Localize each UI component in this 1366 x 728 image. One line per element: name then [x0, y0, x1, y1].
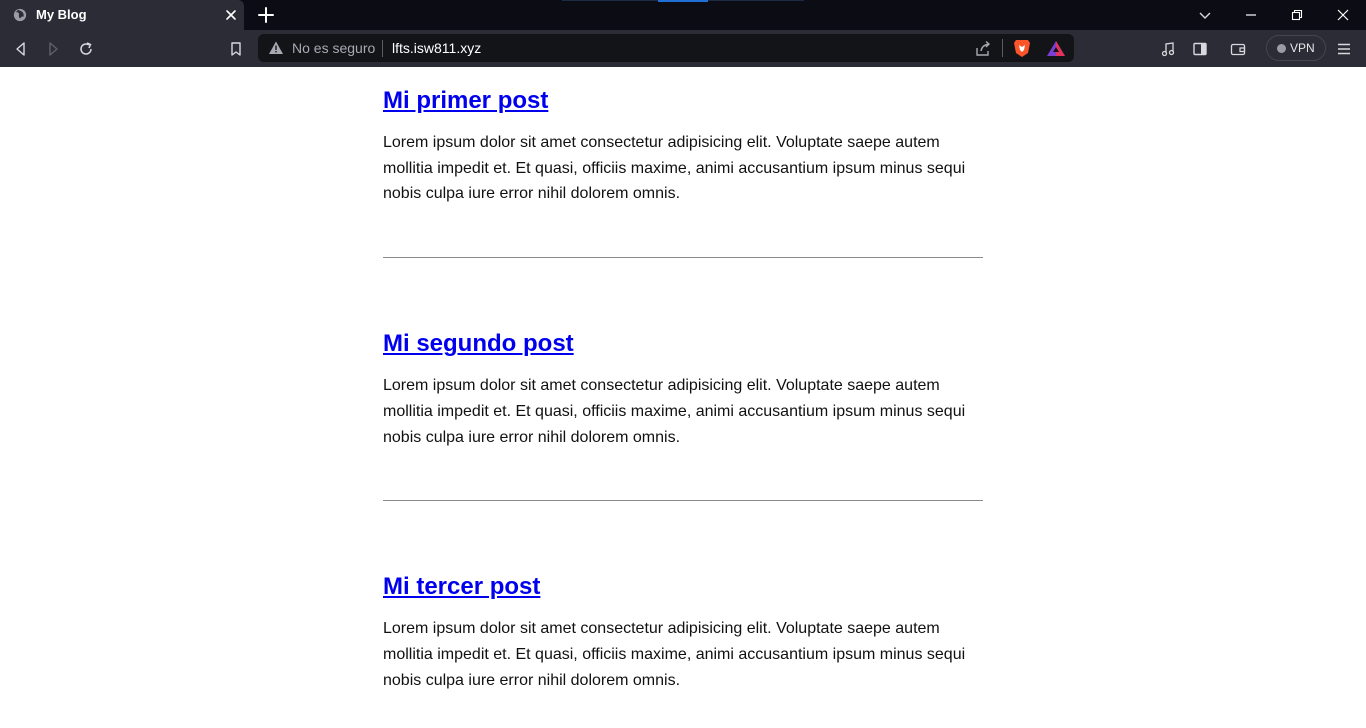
post-1: Mi primer post Lorem ipsum dolor sit ame… [383, 67, 983, 207]
sidebar-button[interactable] [1189, 38, 1211, 60]
close-tab-icon[interactable] [222, 6, 240, 24]
reload-icon [80, 42, 92, 55]
sidebar-icon [1193, 42, 1207, 56]
post-divider [383, 257, 983, 259]
post-title-link[interactable]: Mi primer post [383, 85, 548, 117]
post-title-link[interactable]: Mi segundo post [383, 328, 574, 360]
tab-search-button[interactable] [1182, 0, 1228, 30]
wallet-icon [1230, 43, 1246, 56]
share-icon[interactable] [974, 40, 992, 58]
vpn-button[interactable]: VPN [1266, 35, 1326, 61]
bookmark-button[interactable] [225, 38, 247, 60]
brave-shields-icon[interactable] [1013, 38, 1031, 58]
blog-content: Mi primer post Lorem ipsum dolor sit ame… [383, 67, 983, 693]
address-bar[interactable]: No es seguro lfts.isw811.xyz [258, 34, 1074, 62]
warning-icon[interactable] [268, 40, 284, 56]
post-3: Mi tercer post Lorem ipsum dolor sit ame… [383, 553, 983, 693]
tab-title: My Blog [36, 7, 87, 22]
vpn-status-icon [1277, 44, 1286, 53]
bookmark-icon [231, 42, 241, 56]
vpn-label: VPN [1290, 41, 1315, 55]
address-divider-2 [1002, 39, 1003, 57]
back-arrow-icon [16, 42, 25, 56]
globe-icon [13, 8, 27, 22]
post-excerpt: Lorem ipsum dolor sit amet consectetur a… [383, 134, 966, 203]
loading-indicator [658, 0, 708, 2]
post-excerpt: Lorem ipsum dolor sit amet consectetur a… [383, 620, 966, 689]
brave-rewards-icon[interactable] [1046, 40, 1066, 57]
chevron-down-icon [1199, 12, 1211, 19]
media-button[interactable] [1157, 38, 1179, 60]
hamburger-menu-icon [1338, 43, 1350, 55]
tab-strip: My Blog [0, 0, 1366, 30]
menu-button[interactable] [1333, 38, 1355, 60]
forward-arrow-icon [49, 42, 58, 56]
post-2: Mi segundo post Lorem ipsum dolor sit am… [383, 310, 983, 450]
close-icon [1337, 9, 1349, 21]
restore-icon [1291, 9, 1303, 21]
tab-active[interactable]: My Blog [0, 0, 244, 30]
address-divider [382, 40, 383, 57]
close-window-button[interactable] [1320, 0, 1366, 30]
reload-button[interactable] [75, 38, 97, 60]
url-text[interactable]: lfts.isw811.xyz [392, 40, 481, 56]
back-button[interactable] [10, 38, 32, 60]
minimize-button[interactable] [1228, 0, 1274, 30]
music-note-icon [1161, 42, 1175, 57]
wallet-button[interactable] [1227, 38, 1249, 60]
browser-toolbar: No es seguro lfts.isw811.xyz VPN [0, 30, 1366, 67]
forward-button[interactable] [42, 38, 64, 60]
restore-button[interactable] [1274, 0, 1320, 30]
security-status-label[interactable]: No es seguro [292, 40, 375, 56]
post-divider [383, 500, 983, 502]
post-title-link[interactable]: Mi tercer post [383, 571, 540, 603]
new-tab-icon[interactable] [256, 5, 276, 25]
minimize-icon [1246, 14, 1256, 16]
post-excerpt: Lorem ipsum dolor sit amet consectetur a… [383, 377, 966, 446]
